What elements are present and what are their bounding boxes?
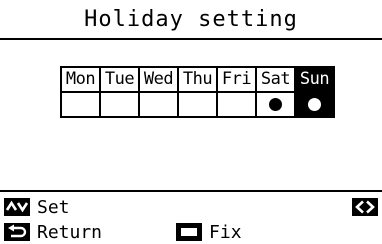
day-header-wed[interactable]: Wed xyxy=(138,66,179,93)
up-down-arrows-icon xyxy=(4,198,30,216)
day-header-thu[interactable]: Thu xyxy=(177,66,218,93)
day-header-fri[interactable]: Fri xyxy=(216,66,257,93)
holiday-cell-tue[interactable] xyxy=(99,91,140,118)
holiday-cell-sun[interactable] xyxy=(294,91,335,118)
footer-divider xyxy=(0,190,382,192)
holiday-day-grid: Mon Tue Wed Thu Fri Sat Sun xyxy=(60,66,335,118)
holiday-cell-mon[interactable] xyxy=(60,91,101,118)
holiday-dot-icon xyxy=(269,97,282,111)
rectangle-button-icon xyxy=(176,223,203,241)
holiday-dot-icon xyxy=(308,97,321,111)
holiday-mark-row xyxy=(60,91,335,118)
footer-row-set: Set xyxy=(0,195,382,219)
set-label: Set xyxy=(37,196,70,218)
holiday-cell-sat[interactable] xyxy=(255,91,296,118)
fix-label: Fix xyxy=(209,221,242,243)
holiday-setting-screen: Holiday setting Mon Tue Wed Thu Fri Sat … xyxy=(0,0,382,244)
footer-row-return-fix: Return Fix xyxy=(0,220,382,244)
left-right-arrows-icon xyxy=(352,198,378,216)
page-title: Holiday setting xyxy=(0,0,382,40)
day-header-row: Mon Tue Wed Thu Fri Sat Sun xyxy=(60,66,335,93)
day-header-mon[interactable]: Mon xyxy=(60,66,101,93)
day-header-sun[interactable]: Sun xyxy=(294,66,335,93)
holiday-cell-thu[interactable] xyxy=(177,91,218,118)
return-label: Return xyxy=(37,221,103,243)
day-header-sat[interactable]: Sat xyxy=(255,66,296,93)
holiday-cell-wed[interactable] xyxy=(138,91,179,118)
day-header-tue[interactable]: Tue xyxy=(99,66,140,93)
holiday-cell-fri[interactable] xyxy=(216,91,257,118)
return-arrow-icon xyxy=(4,223,30,241)
